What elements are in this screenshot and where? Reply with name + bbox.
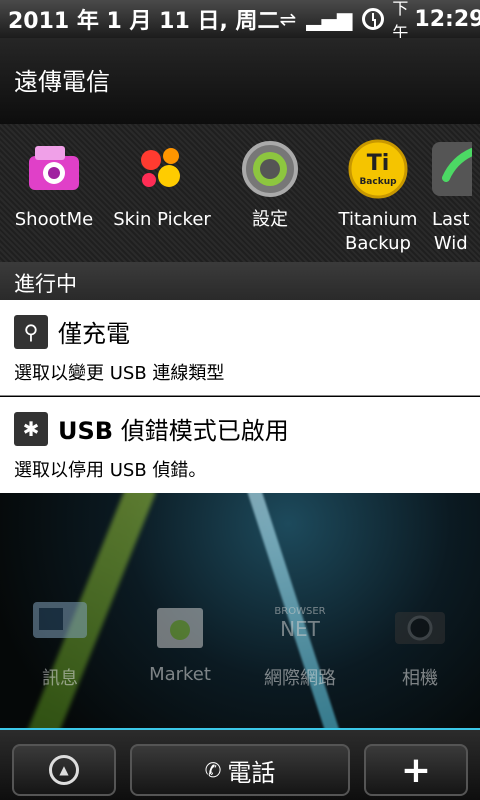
- app-label-line1: Titanium: [338, 209, 418, 230]
- app-skin-picker[interactable]: Skin Picker: [108, 124, 216, 262]
- market-icon: [157, 608, 203, 648]
- shortcut-camera[interactable]: 相機: [370, 598, 470, 690]
- phone-button[interactable]: ✆ 電話: [130, 744, 350, 796]
- notification-title: USB 偵錯模式已啟用: [58, 411, 289, 446]
- notification-charge-only[interactable]: ⚲ 僅充電 選取以變更 USB 連線類型: [0, 300, 480, 396]
- titanium-badge-sub: Backup: [359, 177, 397, 187]
- shortcut-label: 訊息: [42, 668, 78, 689]
- status-icons: ⇌ ▂▄▆: [279, 7, 385, 31]
- app-label-line2: Backup: [345, 233, 411, 254]
- recent-apps-strip: ShootMe Skin Picker 設定 Ti Backup Titaniu…: [0, 124, 480, 262]
- notification-subtitle: 選取以停用 USB 偵錯。: [14, 460, 207, 481]
- notification-title-bold: USB: [58, 417, 114, 445]
- carrier-name: 遠傳電信: [14, 68, 110, 96]
- app-label-line2: Wid: [433, 233, 468, 254]
- browser-badge-top: BROWSER: [274, 606, 325, 617]
- status-time: 12:29: [414, 6, 480, 32]
- notification-title: 僅充電: [58, 320, 130, 348]
- shortcut-browser[interactable]: BROWSER NET 網際網路: [250, 598, 350, 690]
- usb-icon: ⇌: [279, 7, 297, 31]
- gear-icon: [242, 141, 298, 197]
- browser-badge-bottom: NET: [280, 617, 321, 641]
- android-bug-icon: ✱: [14, 411, 48, 446]
- app-drawer-button[interactable]: ▲: [12, 744, 116, 796]
- shortcut-messages[interactable]: 訊息: [10, 598, 110, 690]
- camera-icon: [29, 146, 79, 190]
- plus-icon: +: [400, 749, 432, 791]
- signal-icon: ▂▄▆: [306, 7, 353, 31]
- notification-usb-debugging[interactable]: ✱ USB 偵錯模式已啟用 選取以停用 USB 偵錯。: [0, 397, 480, 493]
- shortcut-label: 相機: [402, 668, 438, 689]
- app-settings[interactable]: 設定: [216, 124, 324, 262]
- app-label: Last Wid: [432, 208, 470, 256]
- camera-icon: [395, 612, 445, 644]
- app-label: Titanium Backup: [339, 208, 418, 256]
- browser-icon: BROWSER NET: [274, 606, 325, 641]
- app-label: 設定: [252, 209, 288, 230]
- status-bar[interactable]: 2011 年 1 月 11 日, 周二 ⇌ ▂▄▆ 下午 12:29: [0, 0, 480, 42]
- app-label: Skin Picker: [113, 209, 211, 230]
- phone-button-label: 電話: [227, 758, 276, 787]
- shortcut-label: Market: [149, 664, 211, 685]
- usb-icon: ⚲: [14, 314, 48, 349]
- app-titanium-backup[interactable]: Ti Backup Titanium Backup: [324, 124, 432, 262]
- titanium-backup-icon: Ti Backup: [348, 139, 408, 199]
- add-button[interactable]: +: [364, 744, 468, 796]
- app-label: ShootMe: [14, 209, 94, 230]
- chevron-up-icon: ▲: [49, 755, 79, 785]
- app-shootme[interactable]: ShootMe: [0, 124, 108, 262]
- titanium-badge: Ti: [367, 151, 390, 176]
- notification-title-rest: 偵錯模式已啟用: [113, 417, 289, 445]
- phone-icon: [432, 142, 472, 196]
- alarm-clock-icon: [362, 8, 385, 30]
- notification-subtitle: 選取以變更 USB 連線類型: [14, 363, 225, 384]
- status-date: 2011 年 1 月 11 日, 周二: [8, 9, 280, 34]
- paint-splash-icon: [141, 148, 180, 187]
- message-icon: [33, 602, 87, 638]
- app-last-widget[interactable]: Last Wid: [432, 124, 472, 262]
- home-shortcuts: 訊息 Market BROWSER NET 網際網路 相機: [0, 598, 480, 690]
- status-ampm: 下午: [392, 0, 409, 42]
- phone-icon: ✆: [204, 758, 222, 782]
- shortcut-market[interactable]: Market: [130, 598, 230, 690]
- app-label-line1: Last: [432, 209, 470, 230]
- ongoing-section-header: 進行中: [0, 262, 480, 300]
- shortcut-label: 網際網路: [264, 668, 336, 689]
- notification-header: 遠傳電信: [0, 38, 480, 124]
